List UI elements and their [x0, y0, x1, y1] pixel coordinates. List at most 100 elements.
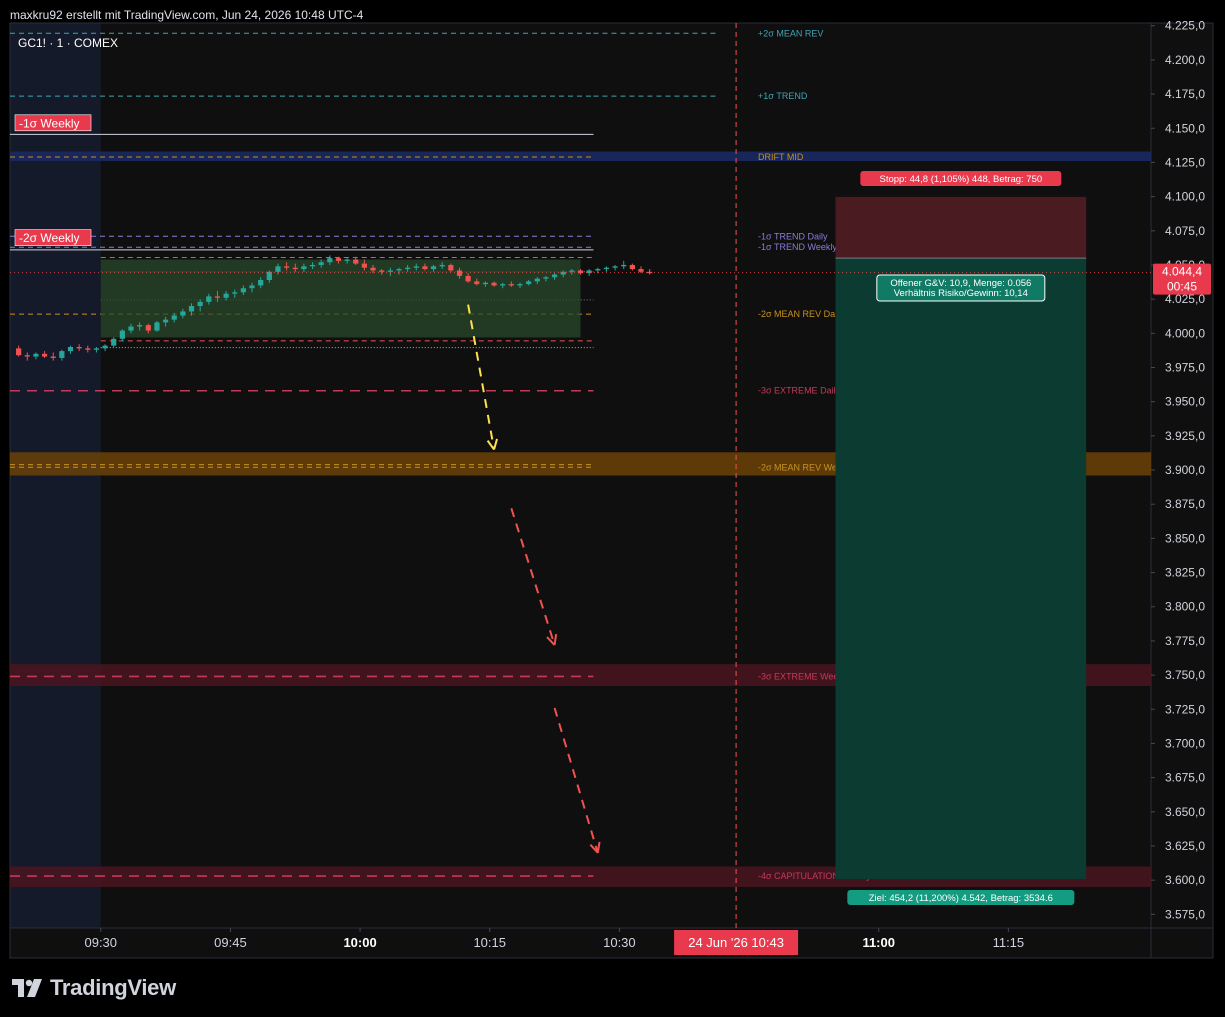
candle-body	[456, 270, 463, 276]
y-tick-label: 3.950,0	[1165, 395, 1205, 409]
level-label: -1σ TREND Daily	[758, 231, 828, 241]
candle-body	[309, 264, 316, 267]
candle-body	[137, 325, 143, 327]
candle-body	[76, 346, 82, 349]
candle-body	[508, 284, 514, 286]
y-tick-label: 4.075,0	[1165, 224, 1205, 238]
y-tick-label: 3.800,0	[1165, 600, 1205, 614]
y-tick-label: 4.200,0	[1165, 53, 1205, 67]
y-tick-label: 3.900,0	[1165, 463, 1205, 477]
candle-body	[621, 264, 627, 267]
x-tick-label: 09:30	[84, 935, 117, 950]
y-tick-label: 4.000,0	[1165, 326, 1205, 340]
y-tick-label: 3.675,0	[1165, 771, 1205, 785]
cursor-time-label: 24 Jun '26 10:43	[688, 935, 784, 950]
y-tick-label: 4.125,0	[1165, 155, 1205, 169]
target-label-text: Ziel: 454,2 (11,200%) 4.542, Betrag: 353…	[869, 893, 1053, 904]
x-tick-label: 10:30	[603, 935, 636, 950]
candle-body	[111, 338, 117, 346]
candle-body	[188, 305, 195, 312]
candle-body	[517, 284, 523, 286]
session-range-box	[100, 259, 581, 338]
position-stop-zone	[835, 196, 1087, 259]
candle-body	[232, 292, 238, 294]
x-tick-label: 11:00	[862, 935, 895, 950]
level-label: DRIFT MID	[758, 152, 804, 162]
candle-body	[154, 322, 160, 331]
candle-body	[353, 259, 359, 264]
stop-label: Stopp: 44,8 (1,105%) 448, Betrag: 750	[860, 171, 1062, 186]
candle-body	[474, 281, 480, 285]
candle-body	[301, 266, 307, 270]
candle-body	[119, 330, 125, 339]
x-tick-label: 09:45	[214, 935, 247, 950]
bar-countdown-label: 00:45	[1167, 280, 1197, 294]
candle-body	[638, 269, 644, 272]
candle-body	[465, 275, 471, 282]
candle-body	[361, 263, 368, 268]
y-tick-label: 3.725,0	[1165, 702, 1205, 716]
candle-body	[379, 270, 385, 272]
level-label: -1σ TREND Weekly	[758, 242, 837, 252]
candle-body	[405, 267, 411, 270]
candle-body	[24, 355, 30, 357]
candle-body	[249, 285, 255, 289]
candle-body	[284, 266, 290, 268]
candle-body	[214, 296, 221, 298]
y-tick-label: 3.925,0	[1165, 429, 1205, 443]
candle-body	[448, 264, 454, 271]
candle-body	[327, 258, 333, 263]
y-tick-label: 3.750,0	[1165, 668, 1205, 682]
y-tick-label: 3.775,0	[1165, 634, 1205, 648]
y-tick-label: 3.650,0	[1165, 805, 1205, 819]
y-tick-label: 3.825,0	[1165, 566, 1205, 580]
candle-body	[67, 346, 74, 352]
candle-body	[145, 325, 151, 331]
y-tick-label: 4.150,0	[1165, 121, 1205, 135]
candle-body	[223, 293, 229, 298]
candle-body	[569, 270, 575, 272]
candle-body	[422, 266, 428, 270]
weekly-tag-label: -1σ Weekly	[19, 116, 80, 130]
candle-body	[335, 258, 342, 261]
tradingview-logo[interactable]: TradingView	[12, 975, 176, 1001]
candle-body	[59, 351, 65, 358]
x-tick-label: 11:15	[993, 935, 1025, 950]
candle-body	[439, 264, 445, 267]
y-tick-label: 3.975,0	[1165, 361, 1205, 375]
candle-body	[162, 319, 169, 323]
tradingview-logo-icon	[12, 979, 42, 997]
candle-body	[318, 262, 324, 265]
candle-body	[491, 282, 497, 286]
y-tick-label: 4.225,0	[1165, 19, 1205, 33]
candle-body	[93, 348, 100, 350]
candle-body	[266, 271, 272, 281]
candle-body	[102, 345, 108, 349]
candle-body	[275, 266, 281, 272]
candle-body	[41, 353, 48, 357]
level-label: +2σ MEAN REV	[758, 28, 823, 38]
candle-body	[526, 281, 532, 285]
candle-body	[595, 269, 601, 271]
position-target-zone	[835, 258, 1087, 880]
candle-body	[543, 277, 549, 279]
tradingview-logo-text: TradingView	[50, 975, 176, 1000]
y-tick-label: 3.575,0	[1165, 907, 1205, 921]
candle-body	[534, 278, 540, 282]
y-tick-label: 3.600,0	[1165, 873, 1205, 887]
candle-body	[603, 267, 610, 270]
symbol-legend: GC1! · 1 · COMEX	[18, 36, 118, 50]
chart-frame[interactable]: +2σ MEAN REV +1σ TREND DRIFT MID -1σ TREND …	[0, 0, 1225, 1017]
candle-body	[560, 271, 566, 275]
candle-body	[33, 353, 39, 357]
y-tick-label: 3.700,0	[1165, 736, 1205, 750]
candle-body	[612, 266, 618, 268]
y-tick-label: 3.850,0	[1165, 531, 1205, 545]
candle-body	[292, 267, 298, 270]
x-tick-label: 10:15	[473, 935, 506, 950]
level-label: -3σ EXTREME Daily	[758, 386, 841, 396]
candle-body	[16, 348, 22, 356]
candle-body	[430, 266, 437, 270]
candle-body	[258, 280, 264, 286]
candle-body	[413, 266, 419, 268]
